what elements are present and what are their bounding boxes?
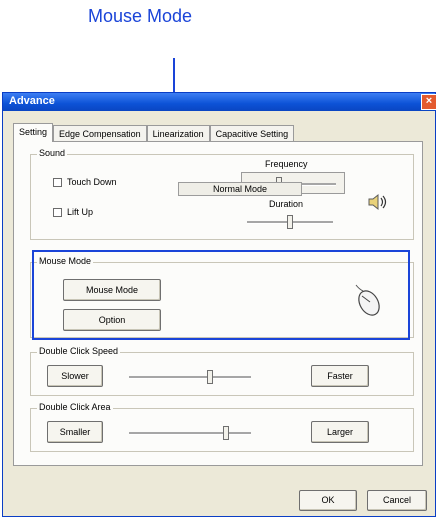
double-click-speed-slider-thumb[interactable]	[207, 370, 213, 384]
double-click-speed-group: Double Click Speed Slower Faster	[30, 346, 414, 396]
sound-group-label: Sound	[37, 148, 68, 158]
smaller-button[interactable]: Smaller	[47, 421, 103, 443]
title-bar[interactable]: Advance ×	[3, 93, 436, 111]
mouse-mode-highlight-box	[32, 250, 410, 340]
tab-linearization[interactable]: Linearization	[146, 125, 210, 141]
double-click-area-slider[interactable]	[129, 426, 251, 440]
tab-edge-compensation[interactable]: Edge Compensation	[53, 125, 147, 141]
double-click-area-group: Double Click Area Smaller Larger	[30, 402, 414, 452]
close-icon[interactable]: ×	[421, 94, 436, 110]
frequency-label: Frequency	[265, 159, 308, 169]
duration-label: Duration	[269, 199, 304, 209]
touch-down-checkbox[interactable]: Touch Down	[53, 177, 117, 187]
faster-button[interactable]: Faster	[311, 365, 369, 387]
mouse-mode-value-field: Normal Mode	[178, 182, 302, 196]
double-click-speed-slider-track	[129, 376, 251, 379]
lift-up-checkbox-box[interactable]	[53, 207, 62, 217]
duration-slider[interactable]	[247, 215, 333, 229]
tab-capacitive-setting[interactable]: Capacitive Setting	[209, 125, 295, 141]
touch-down-checkbox-box[interactable]	[53, 177, 62, 187]
window-title: Advance	[9, 95, 55, 107]
mouse-mode-callout-label: Mouse Mode	[88, 6, 193, 26]
double-click-speed-slider[interactable]	[129, 370, 251, 384]
lift-up-checkbox[interactable]: Lift Up	[53, 207, 93, 217]
duration-slider-thumb[interactable]	[287, 215, 293, 229]
double-click-area-slider-thumb[interactable]	[223, 426, 229, 440]
lift-up-label: Lift Up	[67, 207, 94, 217]
cancel-button[interactable]: Cancel	[367, 490, 427, 511]
sound-group: Sound Touch Down Lift Up Frequency Durat…	[30, 148, 414, 240]
double-click-speed-group-label: Double Click Speed	[37, 346, 121, 356]
tab-setting[interactable]: Setting	[13, 123, 54, 142]
double-click-area-group-label: Double Click Area	[37, 402, 113, 412]
speaker-icon	[368, 193, 387, 211]
touch-down-label: Touch Down	[67, 177, 117, 187]
double-click-area-slider-track	[129, 432, 251, 435]
tab-strip: Setting Edge Compensation Linearization …	[13, 123, 295, 142]
ok-button[interactable]: OK	[299, 490, 357, 511]
slower-button[interactable]: Slower	[47, 365, 103, 387]
larger-button[interactable]: Larger	[311, 421, 369, 443]
